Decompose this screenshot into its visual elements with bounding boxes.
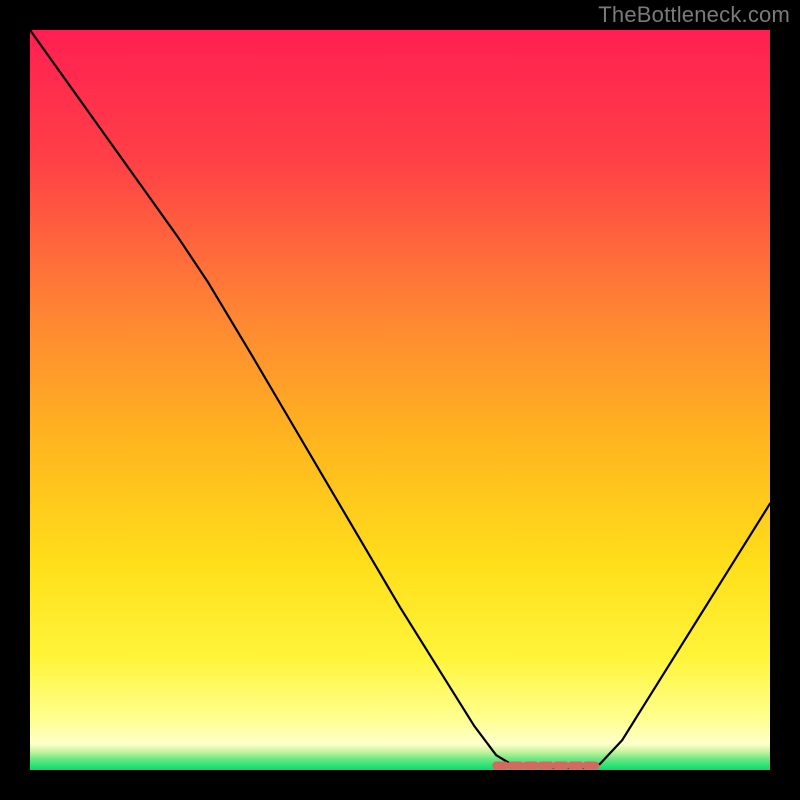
chart-container: TheBottleneck.com: [0, 0, 800, 800]
chart-background: [30, 30, 770, 770]
chart-svg: [0, 0, 800, 800]
watermark-text: TheBottleneck.com: [598, 2, 790, 28]
